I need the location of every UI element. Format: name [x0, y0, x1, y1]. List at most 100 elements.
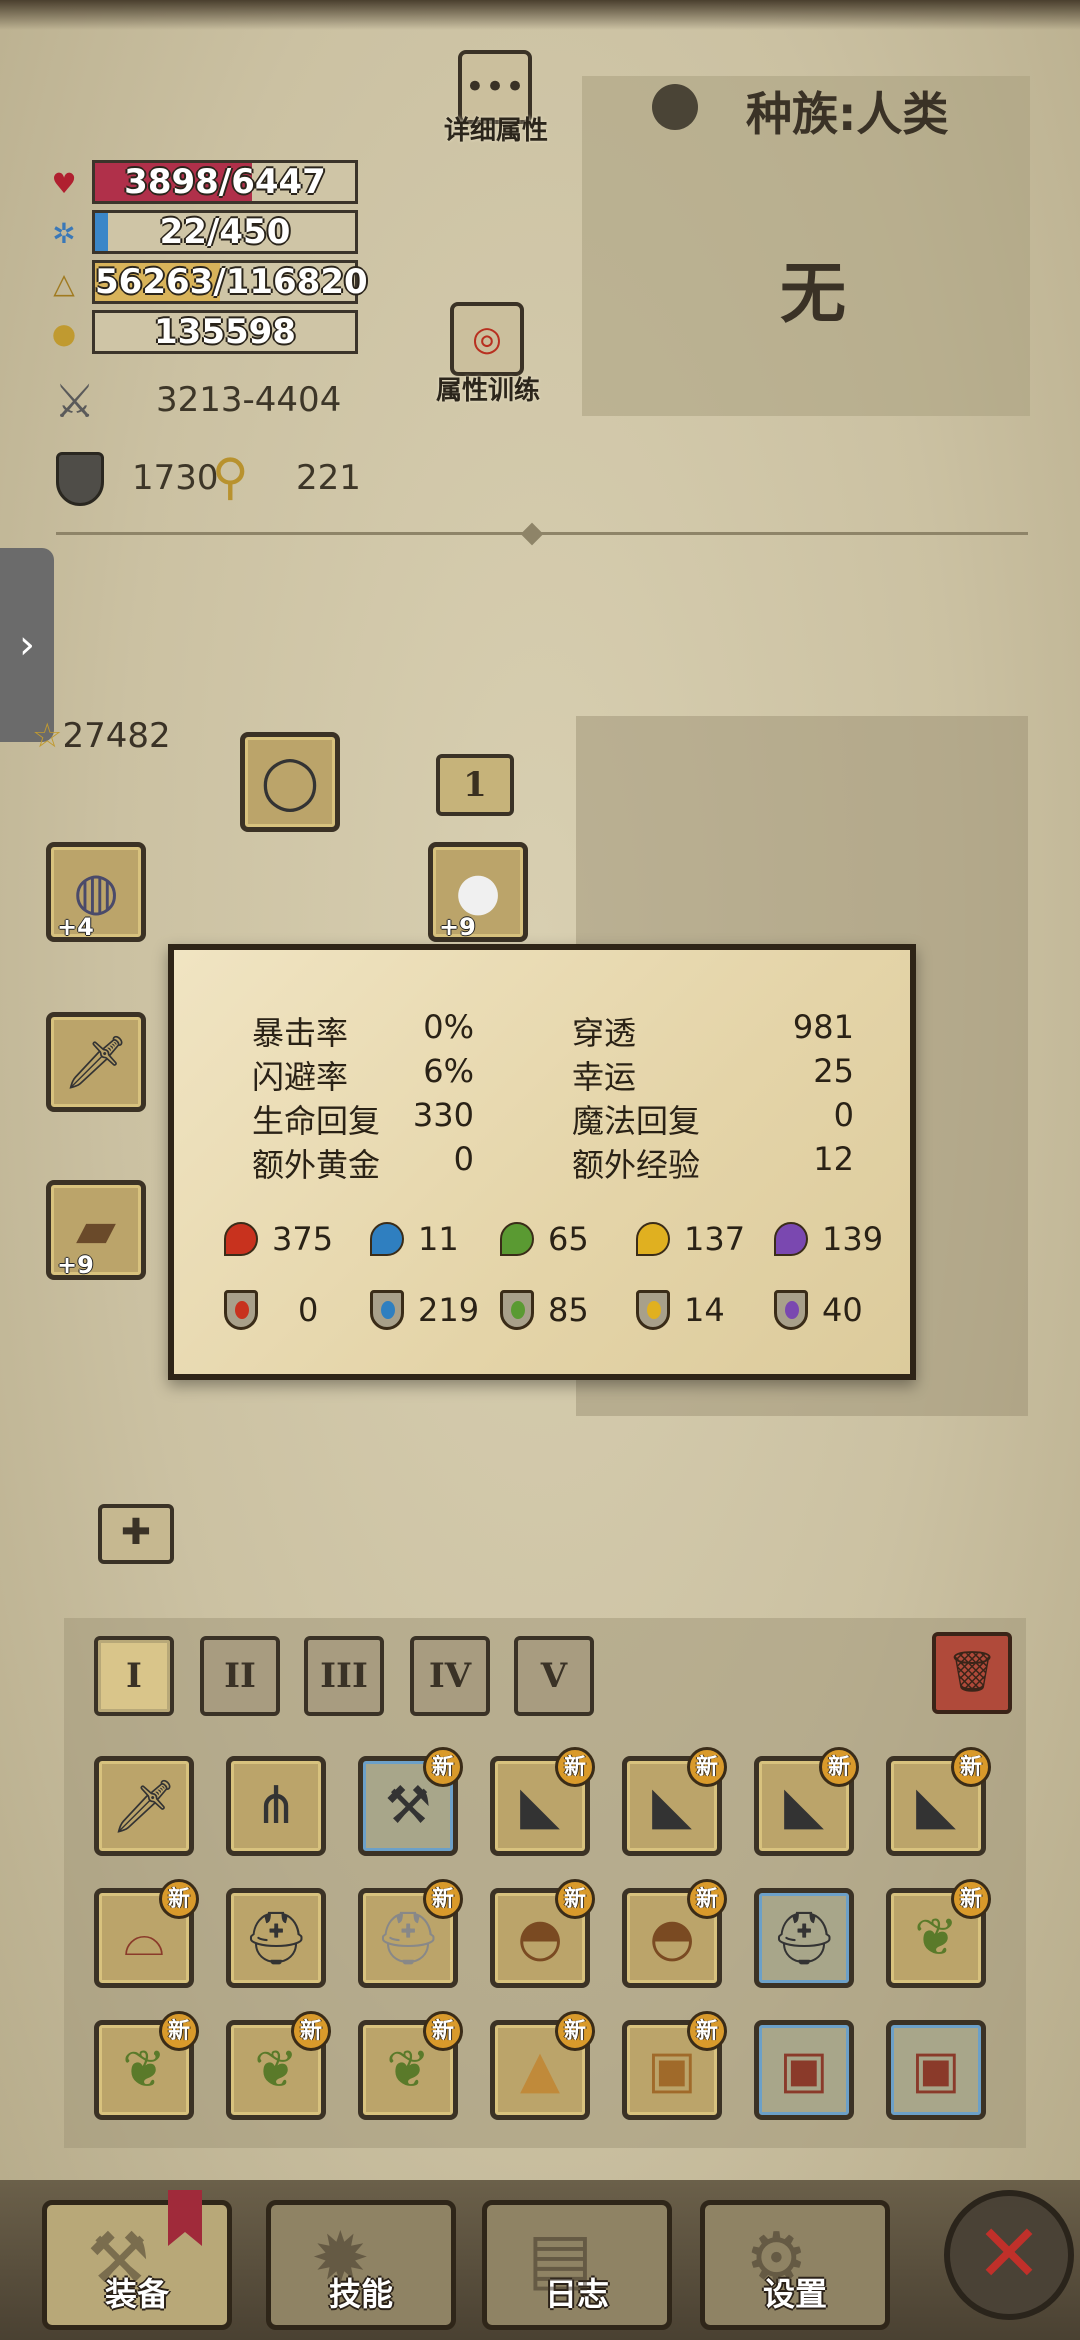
- inventory-item[interactable]: ⛑: [754, 1888, 854, 1988]
- new-badge: 新: [159, 1879, 199, 1919]
- sword-icon: 🗡: [62, 1032, 129, 1093]
- inventory-item[interactable]: ▣: [886, 2020, 986, 2120]
- headband-icon: ◯: [260, 752, 320, 812]
- inventory-item[interactable]: ❦ 新: [358, 2011, 463, 2120]
- amulet-plus: +9: [439, 913, 476, 941]
- equip-slot-arm[interactable]: ▰ +9: [46, 1180, 146, 1280]
- inventory-item[interactable]: ⋔: [226, 1756, 326, 1856]
- inventory-item[interactable]: 🗡: [94, 1756, 194, 1856]
- nature-attack: 65: [500, 1220, 589, 1258]
- equip-slot-ring[interactable]: ◍ +4: [46, 842, 146, 942]
- mp-value: 22/450: [159, 212, 291, 252]
- tier-tab-2[interactable]: II: [200, 1636, 280, 1716]
- helmet-icon: ⛑: [242, 1908, 309, 1969]
- tooltip-label: 闪避率: [252, 1058, 349, 1096]
- arcane-shield-icon: [774, 1290, 808, 1330]
- trash-button[interactable]: 🗑: [932, 1632, 1012, 1714]
- water-attack: 11: [370, 1220, 459, 1258]
- fire-attack-value: 375: [272, 1220, 334, 1258]
- tier-tab-5[interactable]: V: [514, 1636, 594, 1716]
- inventory-item[interactable]: ❦ 新: [886, 1879, 991, 1988]
- tooltip-value: 330: [412, 1096, 474, 1134]
- add-slot-button[interactable]: ✚: [98, 1504, 174, 1564]
- new-badge: 新: [951, 1879, 991, 1919]
- axe-icon: ⚒: [87, 2217, 150, 2299]
- new-badge: 新: [687, 1879, 727, 1919]
- equip-slot-weapon[interactable]: 🗡: [46, 1012, 146, 1112]
- shield-icon: [56, 452, 104, 506]
- side-drawer-tab[interactable]: ›: [0, 548, 54, 742]
- misc-value: 221: [296, 458, 361, 498]
- fire-icon: [224, 1222, 258, 1256]
- hp-bar: 3898/6447: [92, 160, 358, 204]
- inventory-item[interactable]: ⛑: [226, 1888, 326, 1988]
- tier-tab-4[interactable]: IV: [410, 1636, 490, 1716]
- new-badge: 新: [159, 2011, 199, 2051]
- inventory-item[interactable]: ▣: [754, 2020, 854, 2120]
- tooltip-label: 魔法回复: [572, 1102, 701, 1140]
- inventory-item[interactable]: ▣ 新: [622, 2011, 727, 2120]
- water-attack-value: 11: [418, 1220, 459, 1258]
- new-badge: 新: [423, 1747, 463, 1787]
- inventory-item[interactable]: ◣ 新: [490, 1747, 595, 1856]
- inventory-item[interactable]: ⚒ 新: [358, 1747, 463, 1856]
- nature-resist: 85: [500, 1290, 589, 1330]
- nav-settings-button[interactable]: ⚙ 设置: [700, 2200, 890, 2330]
- nature-attack-value: 65: [548, 1220, 589, 1258]
- gold-bar: 135598: [92, 310, 358, 354]
- inventory-item[interactable]: ▲ 新: [490, 2011, 595, 2120]
- leaf-icon: [500, 1222, 534, 1256]
- inventory-item[interactable]: ❦ 新: [94, 2011, 199, 2120]
- armor-icon: ▣: [779, 2040, 829, 2100]
- armor-icon: ▣: [911, 2040, 961, 2100]
- inventory-item[interactable]: ❦ 新: [226, 2011, 331, 2120]
- close-button[interactable]: ✕: [944, 2190, 1074, 2320]
- new-badge: 新: [555, 1879, 595, 1919]
- tier-tab-3[interactable]: III: [304, 1636, 384, 1716]
- inventory-item[interactable]: ⛑ 新: [358, 1879, 463, 1988]
- water-icon: [370, 1222, 404, 1256]
- chevron-right-icon: ›: [19, 622, 35, 668]
- inventory-item[interactable]: ◓ 新: [490, 1879, 595, 1988]
- pitchfork-icon: ⋔: [254, 1776, 298, 1836]
- mp-bar: 22/450: [92, 210, 358, 254]
- inventory-item[interactable]: ◣ 新: [622, 1747, 727, 1856]
- exp-bar: 56263/116820: [92, 260, 368, 304]
- target-icon: ◎: [472, 319, 502, 359]
- person-icon: [652, 84, 698, 130]
- gold-icon: ●: [51, 317, 77, 350]
- tooltip-label: 额外经验: [572, 1146, 701, 1184]
- book-icon: ▤: [527, 2217, 594, 2299]
- tier-tab-1[interactable]: I: [94, 1636, 174, 1716]
- lightning-resist-value: 14: [684, 1291, 725, 1329]
- nav-equip-button[interactable]: ⚒ 装备: [42, 2200, 232, 2330]
- close-icon: ✕: [975, 2207, 1043, 2300]
- equip-slot-headband[interactable]: ◯: [240, 732, 340, 832]
- tooltip-value: 25: [813, 1052, 854, 1090]
- gold-value: 135598: [154, 312, 296, 352]
- arm-plus: +9: [57, 1251, 94, 1279]
- trash-icon: 🗑: [946, 1649, 998, 1695]
- inventory-item[interactable]: ◣ 新: [886, 1747, 991, 1856]
- nav-log-button[interactable]: ▤ 日志: [482, 2200, 672, 2330]
- inventory-item[interactable]: ◓ 新: [622, 1879, 727, 1988]
- tooltip-value: 6%: [423, 1052, 474, 1090]
- lightning-icon: [636, 1222, 670, 1256]
- nature-resist-value: 85: [548, 1291, 589, 1329]
- lightning-resist: 14: [636, 1290, 725, 1330]
- attack-value: 3213-4404: [156, 380, 342, 420]
- attribute-training-button[interactable]: ◎: [450, 302, 524, 376]
- exp-value: 56263/116820: [95, 262, 368, 302]
- fire-resist: 0: [224, 1290, 318, 1330]
- tooltip-value: 0%: [423, 1008, 474, 1046]
- arcane-attack: 139: [774, 1220, 883, 1258]
- equip-slot-amulet[interactable]: ● +9: [428, 842, 528, 942]
- nav-skills-button[interactable]: ✹ 技能: [266, 2200, 456, 2330]
- water-resist: 219: [370, 1290, 479, 1330]
- tooltip-label: 幸运: [572, 1058, 637, 1096]
- plus-icon: ✚: [120, 1512, 152, 1553]
- arcane-attack-value: 139: [822, 1220, 884, 1258]
- inventory-item[interactable]: ⌓ 新: [94, 1879, 199, 1988]
- inventory-item[interactable]: ◣ 新: [754, 1747, 859, 1856]
- crossed-swords-icon: ⚔: [54, 374, 96, 428]
